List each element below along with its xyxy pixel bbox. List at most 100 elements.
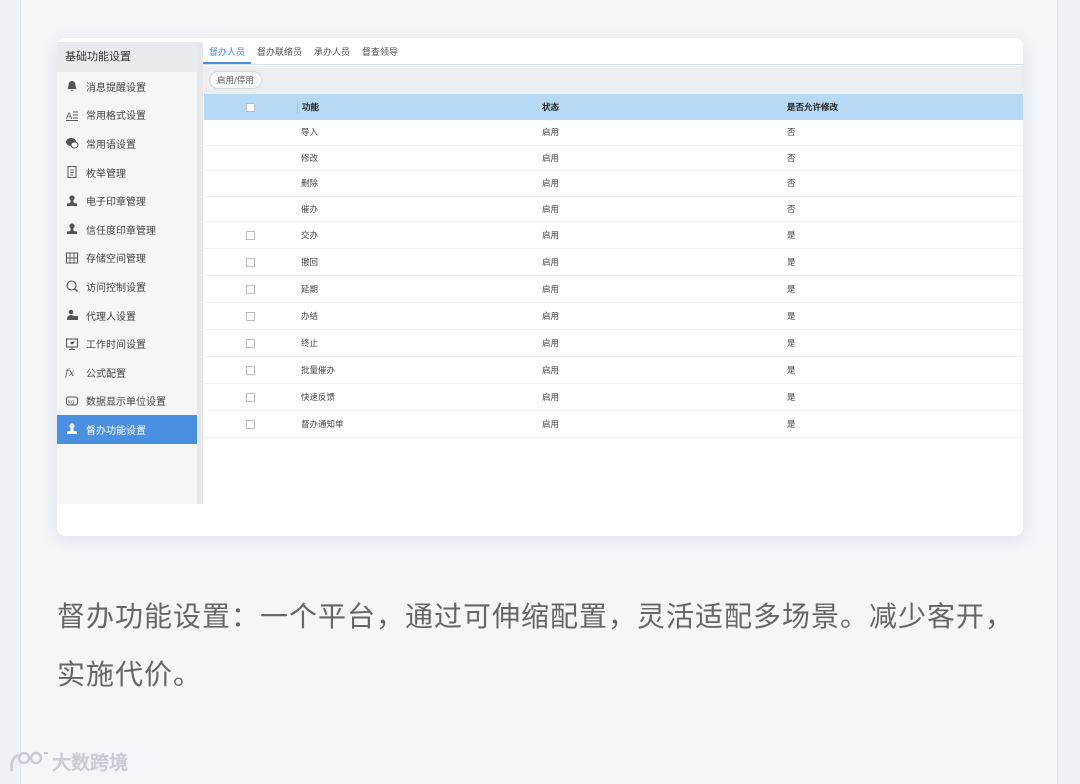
row-checkbox[interactable] — [246, 419, 255, 429]
sidebar-item-label: 枚举管理 — [86, 168, 126, 180]
sidebar-item-label: 公式配置 — [86, 368, 126, 380]
unit-icon: kg — [65, 394, 79, 408]
tab-bar: 督办人员 督办联络员 承办人员 督查领导 — [203, 42, 1023, 65]
cell-status: 启用 — [542, 231, 560, 241]
watermark-logo-icon — [10, 751, 48, 771]
row-checkbox[interactable] — [246, 365, 255, 375]
row-checkbox[interactable] — [246, 284, 255, 294]
svg-text:kg: kg — [68, 399, 74, 405]
tab[interactable]: 督办联络员 — [251, 45, 308, 64]
cell-status: 启用 — [542, 179, 560, 190]
sidebar: 基础功能设置 消息提醒设置 A 常用格式设置 常用语设置枚举管理电子印章管理信任度印章… — [57, 42, 197, 504]
cell-function: 交办 — [301, 231, 319, 241]
table-row[interactable]: 催办 启用 否 — [204, 197, 1023, 222]
function-table: 功能 状态 是否允许修改 导入 启用否修改 启用否删除 启用否催办 启用否交办 启用是撤回… — [204, 94, 1023, 438]
sidebar-item[interactable]: 电子印章管理 — [57, 186, 197, 215]
table-row[interactable]: 终止 启用 是 — [204, 330, 1023, 357]
sidebar-item-label: 存储空间管理 — [86, 254, 146, 266]
column-header-editable: 是否允许修改 — [787, 103, 839, 113]
toolbar: 启用/停用 — [203, 66, 1023, 94]
cell-function: 办结 — [301, 312, 319, 322]
cell-editable: 是 — [787, 339, 796, 349]
sidebar-item[interactable]: 督办功能设置 — [57, 415, 197, 444]
table-row[interactable]: 督办通知单 启用 是 — [204, 411, 1023, 438]
sidebar-item[interactable]: 信任度印章管理 — [57, 215, 197, 244]
sidebar-item[interactable]: 代理人设置 — [57, 301, 197, 330]
caption-text: 督办功能设置：一个平台，通过可伸缩配置，灵活适配多场景。减少客开，实施代价。 — [57, 600, 1015, 691]
cell-function: 快速反馈 — [301, 393, 336, 403]
row-checkbox[interactable] — [246, 338, 255, 348]
row-checkbox[interactable] — [246, 230, 255, 240]
table-row[interactable]: 导入 启用 否 — [204, 120, 1023, 146]
cell-status: 启用 — [542, 312, 560, 322]
cell-editable: 是 — [787, 420, 796, 430]
table-row[interactable]: 办结 启用 是 — [204, 303, 1023, 330]
sidebar-item[interactable]: 消息提醒设置 — [57, 72, 197, 101]
cell-status: 启用 — [542, 420, 560, 430]
sidebar-item-label: 常用格式设置 — [86, 111, 146, 123]
cell-editable: 否 — [787, 179, 796, 190]
table-row[interactable]: 修改 启用 否 — [204, 146, 1023, 171]
sidebar-title: 基础功能设置 — [57, 42, 197, 72]
sidebar-item[interactable]: 工作时间设置 — [57, 329, 197, 358]
sidebar-item-label: 常用语设置 — [86, 139, 136, 151]
column-header-status: 状态 — [542, 103, 560, 113]
row-checkbox[interactable] — [246, 257, 255, 267]
cell-function: 删除 — [301, 179, 319, 190]
cell-editable: 是 — [787, 312, 796, 322]
table-row[interactable]: 删除 启用 否 — [204, 171, 1023, 197]
svg-text:fx: fx — [65, 368, 75, 379]
sidebar-item[interactable]: 枚举管理 — [57, 158, 197, 187]
sidebar-item-label: 工作时间设置 — [86, 340, 146, 352]
cell-editable: 否 — [787, 153, 796, 164]
sidebar-item[interactable]: fx 公式配置 — [57, 358, 197, 387]
agent-icon — [65, 308, 79, 322]
tab[interactable]: 承办人员 — [308, 45, 356, 64]
table-row[interactable]: 延期 启用 是 — [204, 276, 1023, 303]
tab[interactable]: 督办人员 — [203, 45, 252, 64]
sidebar-item[interactable]: 访问控制设置 — [57, 272, 197, 301]
cell-editable: 是 — [787, 258, 796, 268]
app-window: 基础功能设置 消息提醒设置 A 常用格式设置 常用语设置枚举管理电子印章管理信任度印章… — [57, 38, 1023, 536]
cell-function: 批量催办 — [301, 366, 336, 376]
cell-editable: 否 — [787, 128, 796, 139]
table-row[interactable]: 撤回 启用 是 — [204, 249, 1023, 276]
sidebar-item[interactable]: 常用语设置 — [57, 129, 197, 158]
sidebar-divider — [197, 42, 203, 504]
cell-function: 催办 — [301, 204, 319, 215]
sidebar-item-label: 数据显示单位设置 — [86, 397, 166, 409]
select-all-checkbox[interactable] — [246, 102, 255, 112]
cell-status: 启用 — [542, 339, 560, 349]
sidebar-item[interactable]: A 常用格式设置 — [57, 101, 197, 130]
stamp-icon — [65, 422, 79, 436]
cell-function: 修改 — [301, 153, 319, 164]
sidebar-item-label: 消息提醒设置 — [86, 82, 146, 94]
row-checkbox[interactable] — [246, 311, 255, 321]
cell-status: 启用 — [542, 128, 560, 139]
format-icon: A — [65, 108, 79, 122]
row-checkbox[interactable] — [246, 392, 255, 402]
table-row[interactable]: 快速反馈 启用 是 — [204, 384, 1023, 411]
cell-status: 启用 — [542, 285, 560, 295]
cell-function: 延期 — [301, 285, 319, 295]
cell-status: 启用 — [542, 393, 560, 403]
tab[interactable]: 督查领导 — [356, 45, 404, 64]
table-body: 导入 启用否修改 启用否删除 启用否催办 启用否交办 启用是撤回 启用是延期 启用是办结 启用是… — [204, 120, 1023, 438]
fx-icon: fx — [65, 365, 79, 379]
document-icon — [65, 165, 79, 179]
sidebar-item-label: 督办功能设置 — [86, 425, 146, 437]
sidebar-item[interactable]: kg 数据显示单位设置 — [57, 387, 197, 416]
sidebar-item-label: 访问控制设置 — [86, 282, 146, 294]
shield-icon — [65, 279, 79, 293]
table-row[interactable]: 批量催办 启用 是 — [204, 357, 1023, 384]
table-row[interactable]: 交办 启用 是 — [204, 222, 1023, 249]
cell-function: 导入 — [301, 128, 319, 139]
sidebar-item-label: 电子印章管理 — [86, 197, 146, 209]
toggle-enable-button[interactable]: 启用/停用 — [209, 71, 262, 89]
bell-icon — [65, 79, 79, 93]
column-header-function: 功能 — [297, 101, 542, 113]
sidebar-item[interactable]: 存储空间管理 — [57, 244, 197, 273]
cell-function: 撤回 — [301, 258, 319, 268]
watermark-text: 大数跨境 — [52, 752, 129, 774]
stamp-icon — [65, 194, 79, 208]
